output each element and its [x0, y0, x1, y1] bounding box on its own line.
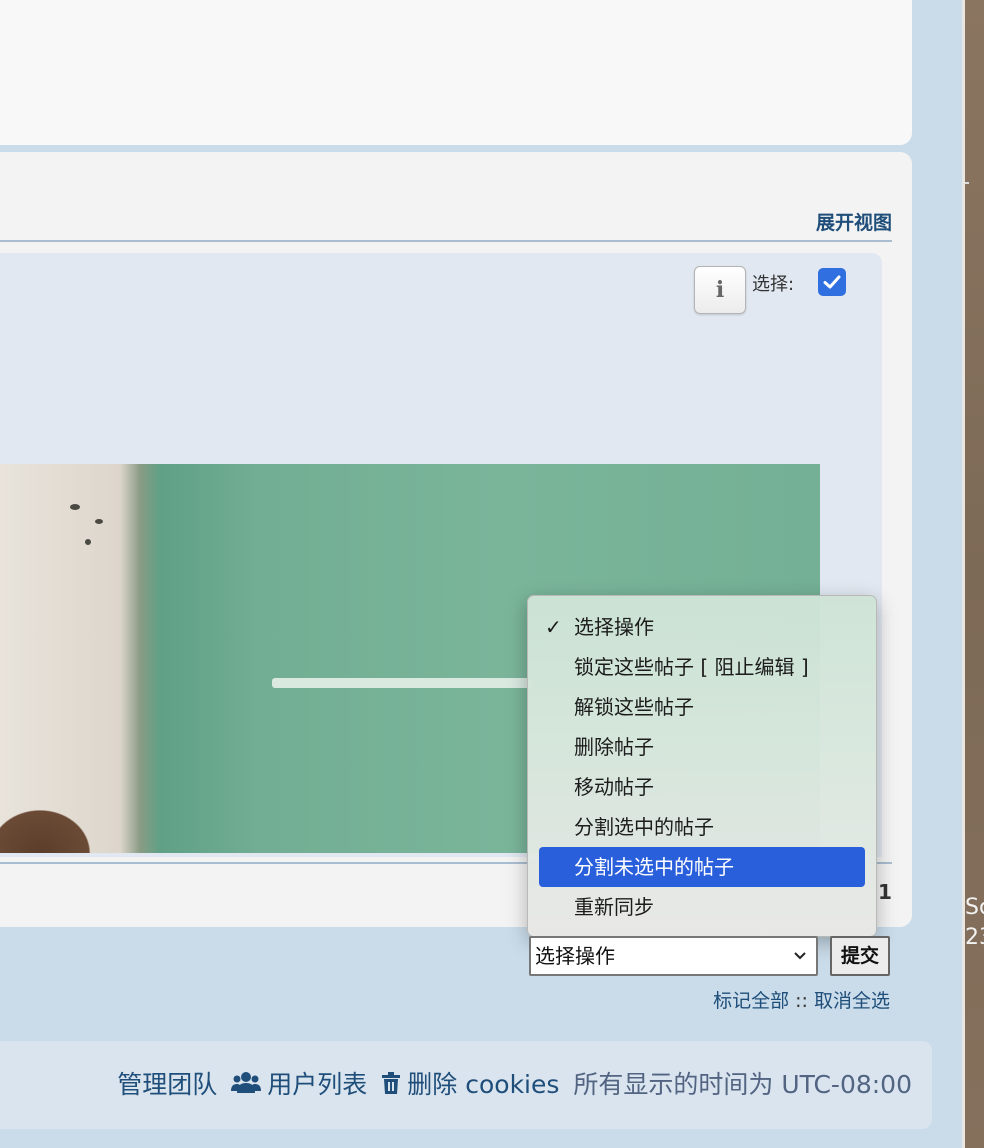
- action-select[interactable]: 选择操作: [529, 936, 818, 976]
- link-separator: ::: [795, 990, 808, 1012]
- image-detail: [85, 539, 91, 545]
- post-select-checkbox[interactable]: [818, 268, 846, 296]
- previous-post-panel: [0, 0, 912, 145]
- strip-dash: [965, 182, 969, 184]
- page-number[interactable]: 1: [878, 880, 892, 904]
- users-icon: [231, 1071, 262, 1095]
- members-link[interactable]: 用户列表: [231, 1065, 367, 1101]
- info-button[interactable]: i: [694, 266, 746, 314]
- expand-view-link[interactable]: 展开视图: [816, 208, 892, 235]
- unmark-all-link[interactable]: 取消全选: [814, 990, 890, 1012]
- delete-cookies-link[interactable]: 删除 cookies: [381, 1065, 559, 1101]
- action-dropdown-menu[interactable]: ✓ 选择操作 锁定这些帖子 [ 阻止编辑 ] 解锁这些帖子 删除帖子 移动帖子 分…: [527, 595, 877, 937]
- footer-links: 管理团队 用户列表 删除 cookies 所有显示的时间为 UTC-08:00: [117, 1066, 912, 1100]
- team-link[interactable]: 管理团队: [117, 1065, 217, 1101]
- image-detail: [70, 504, 80, 510]
- mark-links: 标记全部 :: 取消全选: [713, 986, 890, 1013]
- timezone-text: 所有显示的时间为 UTC-08:00: [573, 1070, 912, 1099]
- check-mark-icon: ✓: [545, 615, 562, 639]
- info-icon: i: [715, 277, 725, 303]
- header-divider: [0, 240, 892, 242]
- image-detail: [272, 678, 532, 688]
- chevron-down-icon: [792, 938, 808, 987]
- background-window-strip: Sc 23: [962, 0, 984, 1148]
- dropdown-option[interactable]: 重新同步: [539, 887, 865, 927]
- dropdown-option[interactable]: 移动帖子: [539, 767, 865, 807]
- mark-all-link[interactable]: 标记全部: [713, 990, 789, 1012]
- dropdown-option[interactable]: 解锁这些帖子: [539, 687, 865, 727]
- checkmark-icon: [823, 275, 841, 289]
- dropdown-option-highlighted[interactable]: 分割未选中的帖子: [539, 847, 865, 887]
- dropdown-option[interactable]: 删除帖子: [539, 727, 865, 767]
- dropdown-option[interactable]: ✓ 选择操作: [539, 607, 865, 647]
- select-label: 选择:: [752, 274, 795, 295]
- submit-button[interactable]: 提交: [830, 936, 890, 976]
- dropdown-option[interactable]: 分割选中的帖子: [539, 807, 865, 847]
- dropdown-option[interactable]: 锁定这些帖子 [ 阻止编辑 ]: [539, 647, 865, 687]
- image-detail: [95, 519, 103, 524]
- strip-text: Sc 23: [965, 895, 984, 950]
- trash-icon: [381, 1072, 401, 1094]
